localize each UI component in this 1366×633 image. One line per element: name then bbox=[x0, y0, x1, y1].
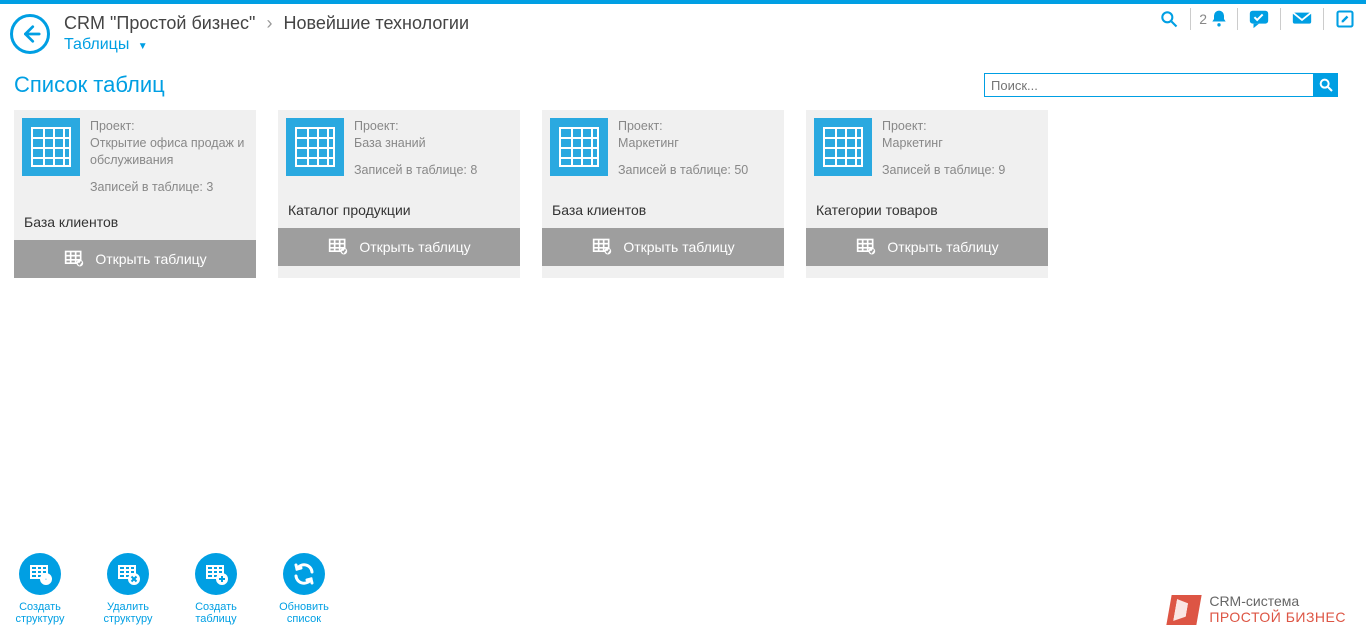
footer: ⚙ Создать структуру Удалить структуру Со… bbox=[0, 553, 1366, 633]
view-dropdown-label: Таблицы bbox=[64, 36, 129, 53]
table-open-icon bbox=[63, 249, 85, 269]
card-records: Записей в таблице: 8 bbox=[354, 162, 477, 179]
table-icon bbox=[550, 118, 608, 176]
delete-structure-icon bbox=[107, 553, 149, 595]
card-table-name: База клиентов bbox=[14, 204, 256, 240]
table-open-icon bbox=[591, 237, 613, 257]
search-button[interactable] bbox=[1314, 73, 1338, 97]
card-project-name: База знаний bbox=[354, 135, 477, 152]
card-project-label: Проект: bbox=[882, 118, 1005, 135]
action-label: Создать таблицу bbox=[195, 601, 237, 625]
create-structure-button[interactable]: ⚙ Создать структуру bbox=[10, 553, 70, 625]
search-input[interactable] bbox=[984, 73, 1314, 97]
card-records: Записей в таблице: 9 bbox=[882, 162, 1005, 179]
mail-icon[interactable] bbox=[1289, 8, 1315, 30]
card-table-name: Категории товаров bbox=[806, 192, 1048, 228]
table-icon bbox=[814, 118, 872, 176]
notification-count: 2 bbox=[1199, 11, 1207, 27]
table-card[interactable]: Проект: Маркетинг Записей в таблице: 50 … bbox=[542, 110, 784, 278]
back-button[interactable] bbox=[10, 14, 50, 54]
breadcrumb-current: Новейшие технологии bbox=[283, 13, 469, 33]
search-icon bbox=[1318, 77, 1334, 93]
action-label: Обновить список bbox=[279, 601, 329, 625]
brand-line1: CRM-система bbox=[1209, 594, 1346, 609]
card-records: Записей в таблице: 50 bbox=[618, 162, 748, 179]
header-toolbar: 2 bbox=[1156, 8, 1358, 30]
card-project-name: Маркетинг bbox=[882, 135, 1005, 152]
view-dropdown[interactable]: Таблицы ▼ bbox=[64, 36, 1356, 54]
breadcrumb-root[interactable]: CRM "Простой бизнес" bbox=[64, 13, 255, 33]
footer-actions: ⚙ Создать структуру Удалить структуру Со… bbox=[10, 553, 334, 625]
refresh-list-button[interactable]: Обновить список bbox=[274, 553, 334, 625]
open-table-button[interactable]: Открыть таблицу bbox=[278, 228, 520, 266]
breadcrumb-separator-icon: › bbox=[266, 13, 272, 33]
open-table-button[interactable]: Открыть таблицу bbox=[14, 240, 256, 278]
delete-structure-button[interactable]: Удалить структуру bbox=[98, 553, 158, 625]
create-table-button[interactable]: Создать таблицу bbox=[186, 553, 246, 625]
open-table-button[interactable]: Открыть таблицу bbox=[806, 228, 1048, 266]
table-card-grid: Проект: Открытие офиса продаж и обслужив… bbox=[0, 104, 1366, 284]
card-project-name: Маркетинг bbox=[618, 135, 748, 152]
svg-text:⚙: ⚙ bbox=[42, 575, 49, 584]
refresh-list-icon bbox=[283, 553, 325, 595]
table-icon bbox=[22, 118, 80, 176]
table-open-icon bbox=[327, 237, 349, 257]
brand-logo-icon bbox=[1167, 595, 1202, 625]
edit-icon[interactable] bbox=[1332, 8, 1358, 30]
card-project-label: Проект: bbox=[618, 118, 748, 135]
table-card[interactable]: Проект: Открытие офиса продаж и обслужив… bbox=[14, 110, 256, 278]
page-title: Список таблиц bbox=[14, 72, 165, 98]
card-project-label: Проект: bbox=[90, 118, 248, 135]
open-table-button[interactable]: Открыть таблицу bbox=[542, 228, 784, 266]
brand-line2: ПРОСТОЙ БИЗНЕС bbox=[1209, 610, 1346, 625]
action-label: Удалить структуру bbox=[103, 601, 152, 625]
notifications[interactable]: 2 bbox=[1199, 9, 1229, 29]
table-open-icon bbox=[855, 237, 877, 257]
card-table-name: База клиентов bbox=[542, 192, 784, 228]
search-icon[interactable] bbox=[1156, 8, 1182, 30]
chat-icon[interactable] bbox=[1246, 8, 1272, 30]
table-icon bbox=[286, 118, 344, 176]
arrow-left-icon bbox=[19, 23, 41, 45]
card-table-name: Каталог продукции bbox=[278, 192, 520, 228]
table-card[interactable]: Проект: Маркетинг Записей в таблице: 9 К… bbox=[806, 110, 1048, 278]
card-project-name: Открытие офиса продаж и обслуживания bbox=[90, 135, 248, 169]
content-header: Список таблиц bbox=[0, 58, 1366, 104]
create-table-icon bbox=[195, 553, 237, 595]
card-records: Записей в таблице: 3 bbox=[90, 179, 248, 196]
card-project-label: Проект: bbox=[354, 118, 477, 135]
search-bar bbox=[984, 73, 1338, 97]
brand: CRM-система ПРОСТОЙ БИЗНЕС bbox=[1169, 594, 1346, 625]
bell-icon bbox=[1209, 9, 1229, 29]
create-structure-icon: ⚙ bbox=[19, 553, 61, 595]
header: CRM "Простой бизнес" › Новейшие технолог… bbox=[0, 4, 1366, 58]
chevron-down-icon: ▼ bbox=[138, 41, 148, 52]
action-label: Создать структуру bbox=[15, 601, 64, 625]
table-card[interactable]: Проект: База знаний Записей в таблице: 8… bbox=[278, 110, 520, 278]
